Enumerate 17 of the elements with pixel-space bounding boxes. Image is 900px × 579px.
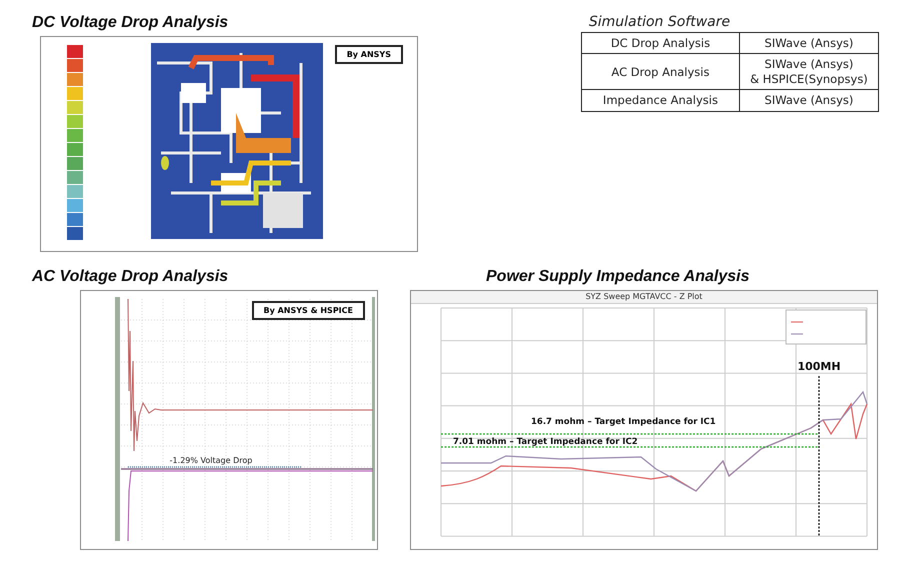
target-impedance-label: 16.7 mohm – Target Impedance for IC1 xyxy=(531,417,716,427)
table-title: Simulation Software xyxy=(588,14,730,30)
section-title: AC Voltage Drop Analysis xyxy=(32,268,228,286)
source-badge: By ANSYS & HSPICE xyxy=(252,301,365,320)
table-cell: SIWave (Ansys) xyxy=(740,32,878,54)
table-cell: DC Drop Analysis xyxy=(581,32,740,54)
source-badge: By ANSYS xyxy=(334,45,403,64)
plot-title: SYZ Sweep MGTAVCC - Z Plot xyxy=(411,291,877,304)
frequency-marker-label: 100MH xyxy=(797,360,841,373)
table-cell: Impedance Analysis xyxy=(581,90,740,111)
table-cell: SIWave (Ansys) & HSPICE(Synopsys) xyxy=(740,54,878,90)
section-title: Power Supply Impedance Analysis xyxy=(486,268,750,286)
table-cell: AC Drop Analysis xyxy=(581,54,740,90)
target-impedance-label: 7.01 mohm – Target Impedance for IC2 xyxy=(453,437,638,447)
section-title: DC Voltage Drop Analysis xyxy=(32,14,228,32)
voltage-drop-label: -1.29% Voltage Drop xyxy=(170,456,252,465)
table-cell: SIWave (Ansys) xyxy=(740,90,878,111)
